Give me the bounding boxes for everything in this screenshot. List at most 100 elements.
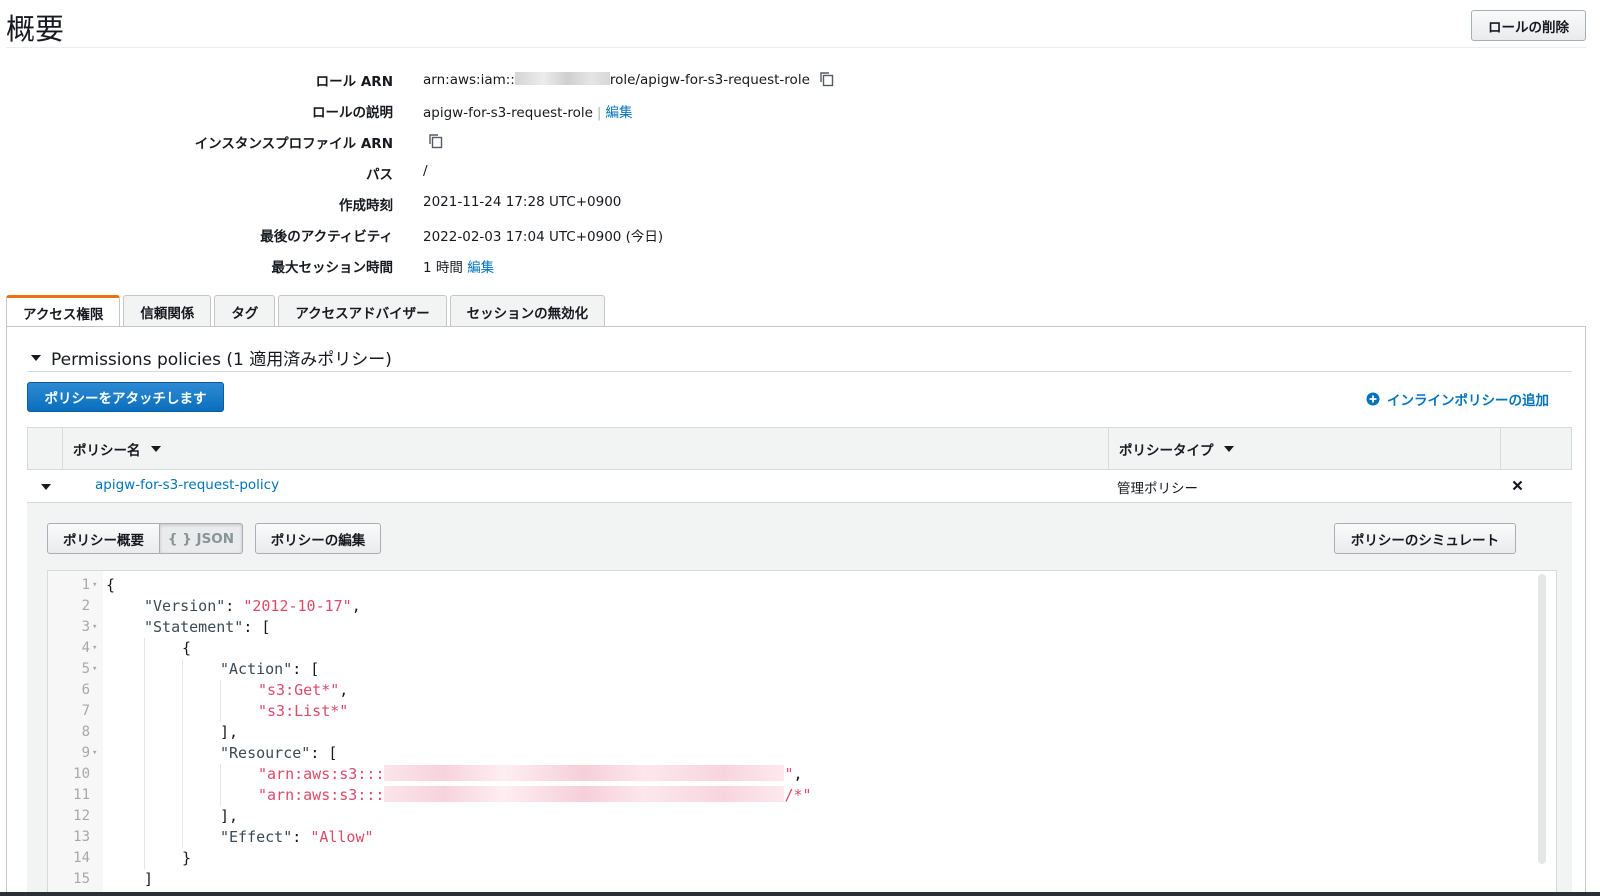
copy-icon[interactable] — [818, 70, 836, 88]
code-line: 4 ▾ { — [48, 638, 1518, 659]
fold-caret-icon[interactable]: ▾ — [92, 617, 97, 638]
tab-revoke-sessions[interactable]: セッションの無効化 — [449, 295, 606, 327]
code-text: "arn:aws:s3::: ", — [258, 764, 803, 785]
line-number: 7 — [81, 703, 90, 719]
line-number: 1 — [81, 577, 90, 593]
role-description-text: apigw-for-s3-request-role — [423, 105, 593, 121]
code-line: 9 ▾ "Resource": [ — [48, 743, 1518, 764]
bottom-bar — [0, 892, 1600, 896]
json-editor[interactable]: 1 ▾{2 "Version": "2012-10-17", 3 ▾ "Statement… — [47, 570, 1557, 896]
page-title: 概要 — [6, 12, 65, 46]
summary-row-instance-profile: インスタンスプロファイル ARN — [0, 130, 900, 152]
code-line: 12], — [48, 806, 1518, 827]
fold-caret-icon[interactable]: ▾ — [92, 638, 97, 659]
simulate-policy-button[interactable]: ポリシーのシミュレート — [1334, 523, 1516, 554]
last-activity-label: 最後のアクティビティ — [260, 229, 393, 245]
code-punct: : [ — [310, 744, 338, 762]
summary-row-role-description: ロールの説明 apigw-for-s3-request-role | 編集 — [0, 99, 900, 121]
role-description-label: ロールの説明 — [312, 105, 393, 121]
line-number: 13 — [73, 829, 90, 845]
code-text: "Resource": [ — [220, 743, 337, 764]
code-punct: : [ — [243, 618, 271, 636]
code-line: 6 "s3:Get*", — [48, 680, 1518, 701]
json-string: "2012-10-17" — [243, 597, 352, 615]
indent-guide — [144, 764, 145, 785]
copy-icon[interactable] — [427, 132, 445, 150]
json-string: "s3:Get*" — [258, 681, 340, 699]
code-line: 13 "Effect": "Allow" — [48, 827, 1518, 848]
code-text: "s3:List*" — [258, 701, 348, 722]
line-number: 11 — [73, 787, 90, 803]
tab-trust-relationships[interactable]: 信頼関係 — [123, 295, 212, 327]
code-punct: : — [292, 828, 311, 846]
policy-detail-area: ポリシー概要 { } JSON ポリシーの編集 ポリシーのシミュレート 1 ▾{2… — [27, 503, 1572, 896]
indent-guide — [144, 743, 145, 764]
policy-name-link[interactable]: apigw-for-s3-request-policy — [95, 477, 279, 493]
role-arn-label: ロール ARN — [315, 74, 393, 90]
code-line: 3 ▾ "Statement": [ — [48, 617, 1518, 638]
edit-description-link[interactable]: 編集 — [605, 105, 632, 121]
fold-caret-icon[interactable]: ▾ — [92, 659, 97, 680]
code-punct: ] — [144, 870, 154, 888]
code-text: "s3:Get*", — [258, 680, 348, 701]
remove-policy-icon[interactable] — [1512, 480, 1523, 491]
code-punct: ], — [220, 807, 239, 825]
max-session-label: 最大セッション時間 — [271, 260, 394, 276]
column-actions — [1500, 428, 1572, 469]
header-divider — [6, 47, 1586, 48]
indent-guide — [144, 848, 145, 869]
json-view-button[interactable]: { } JSON — [159, 523, 243, 554]
policy-summary-button[interactable]: ポリシー概要 — [47, 523, 160, 554]
tab-access-advisor[interactable]: アクセスアドバイザー — [278, 295, 447, 327]
permissions-section-title: Permissions policies (1 適用済みポリシー) — [51, 350, 392, 370]
summary-row-created: 作成時刻 2021-11-24 17:28 UTC+0900 — [0, 192, 900, 214]
edit-max-session-link[interactable]: 編集 — [467, 260, 494, 276]
tab-permissions[interactable]: アクセス権限 — [6, 295, 121, 328]
instance-profile-arn-label: インスタンスプロファイル ARN — [194, 136, 393, 152]
add-inline-policy-link[interactable]: インラインポリシーの追加 — [1366, 389, 1549, 409]
section-divider — [27, 371, 1572, 372]
line-number: 9 — [81, 745, 90, 761]
summary-row-role-arn: ロール ARN arn:aws:iam:: role/apigw-for-s3-r… — [0, 68, 900, 90]
role-description-value: apigw-for-s3-request-role | 編集 — [423, 101, 632, 121]
code-text: "Version": "2012-10-17", — [144, 596, 361, 617]
indent-guide — [144, 785, 145, 806]
code-text: "arn:aws:s3:::/*" — [258, 785, 812, 806]
add-inline-policy-label: インラインポリシーの追加 — [1387, 393, 1549, 409]
code-text: ] — [144, 869, 153, 890]
edit-policy-button[interactable]: ポリシーの編集 — [255, 523, 381, 554]
indent-guide — [182, 659, 183, 680]
column-policy-name[interactable]: ポリシー名 — [62, 428, 1107, 469]
permissions-section-toggle[interactable]: Permissions policies (1 適用済みポリシー) — [31, 345, 392, 370]
indent-guide — [182, 806, 183, 827]
code-line: 2 "Version": "2012-10-17", — [48, 596, 1518, 617]
code-punct: : [ — [292, 660, 320, 678]
indent-guide — [182, 827, 183, 848]
code-text: { — [106, 575, 115, 596]
summary-row-last-activity: 最後のアクティビティ 2022-02-03 17:04 UTC+0900 (今日… — [0, 223, 900, 245]
role-arn-value: arn:aws:iam:: role/apigw-for-s3-request-r… — [423, 70, 836, 88]
line-number: 2 — [81, 598, 90, 614]
code-line: 7 "s3:List*" — [48, 701, 1518, 722]
code-punct: { — [106, 576, 116, 594]
attach-policy-button[interactable]: ポリシーをアタッチします — [27, 382, 224, 412]
max-session-text: 1 時間 — [423, 260, 463, 276]
tab-tags[interactable]: タグ — [214, 295, 276, 327]
indent-guide — [220, 785, 221, 806]
caret-down-icon — [31, 354, 41, 361]
indent-guide — [220, 680, 221, 701]
indent-guide — [220, 764, 221, 785]
column-policy-type[interactable]: ポリシータイプ — [1108, 428, 1501, 469]
delete-role-button[interactable]: ロールの削除 — [1471, 10, 1586, 41]
fold-caret-icon[interactable]: ▾ — [92, 743, 97, 764]
line-number: 14 — [73, 850, 90, 866]
line-number: 4 — [81, 640, 90, 656]
editor-scrollbar[interactable] — [1538, 574, 1546, 864]
role-arn-prefix: arn:aws:iam:: — [423, 72, 515, 88]
row-expand-caret-icon[interactable] — [41, 484, 51, 490]
redacted-account-id — [514, 72, 610, 85]
code-punct: , — [793, 765, 803, 783]
fold-caret-icon[interactable]: ▾ — [92, 575, 97, 596]
line-number: 6 — [81, 682, 90, 698]
indent-guide — [144, 827, 145, 848]
